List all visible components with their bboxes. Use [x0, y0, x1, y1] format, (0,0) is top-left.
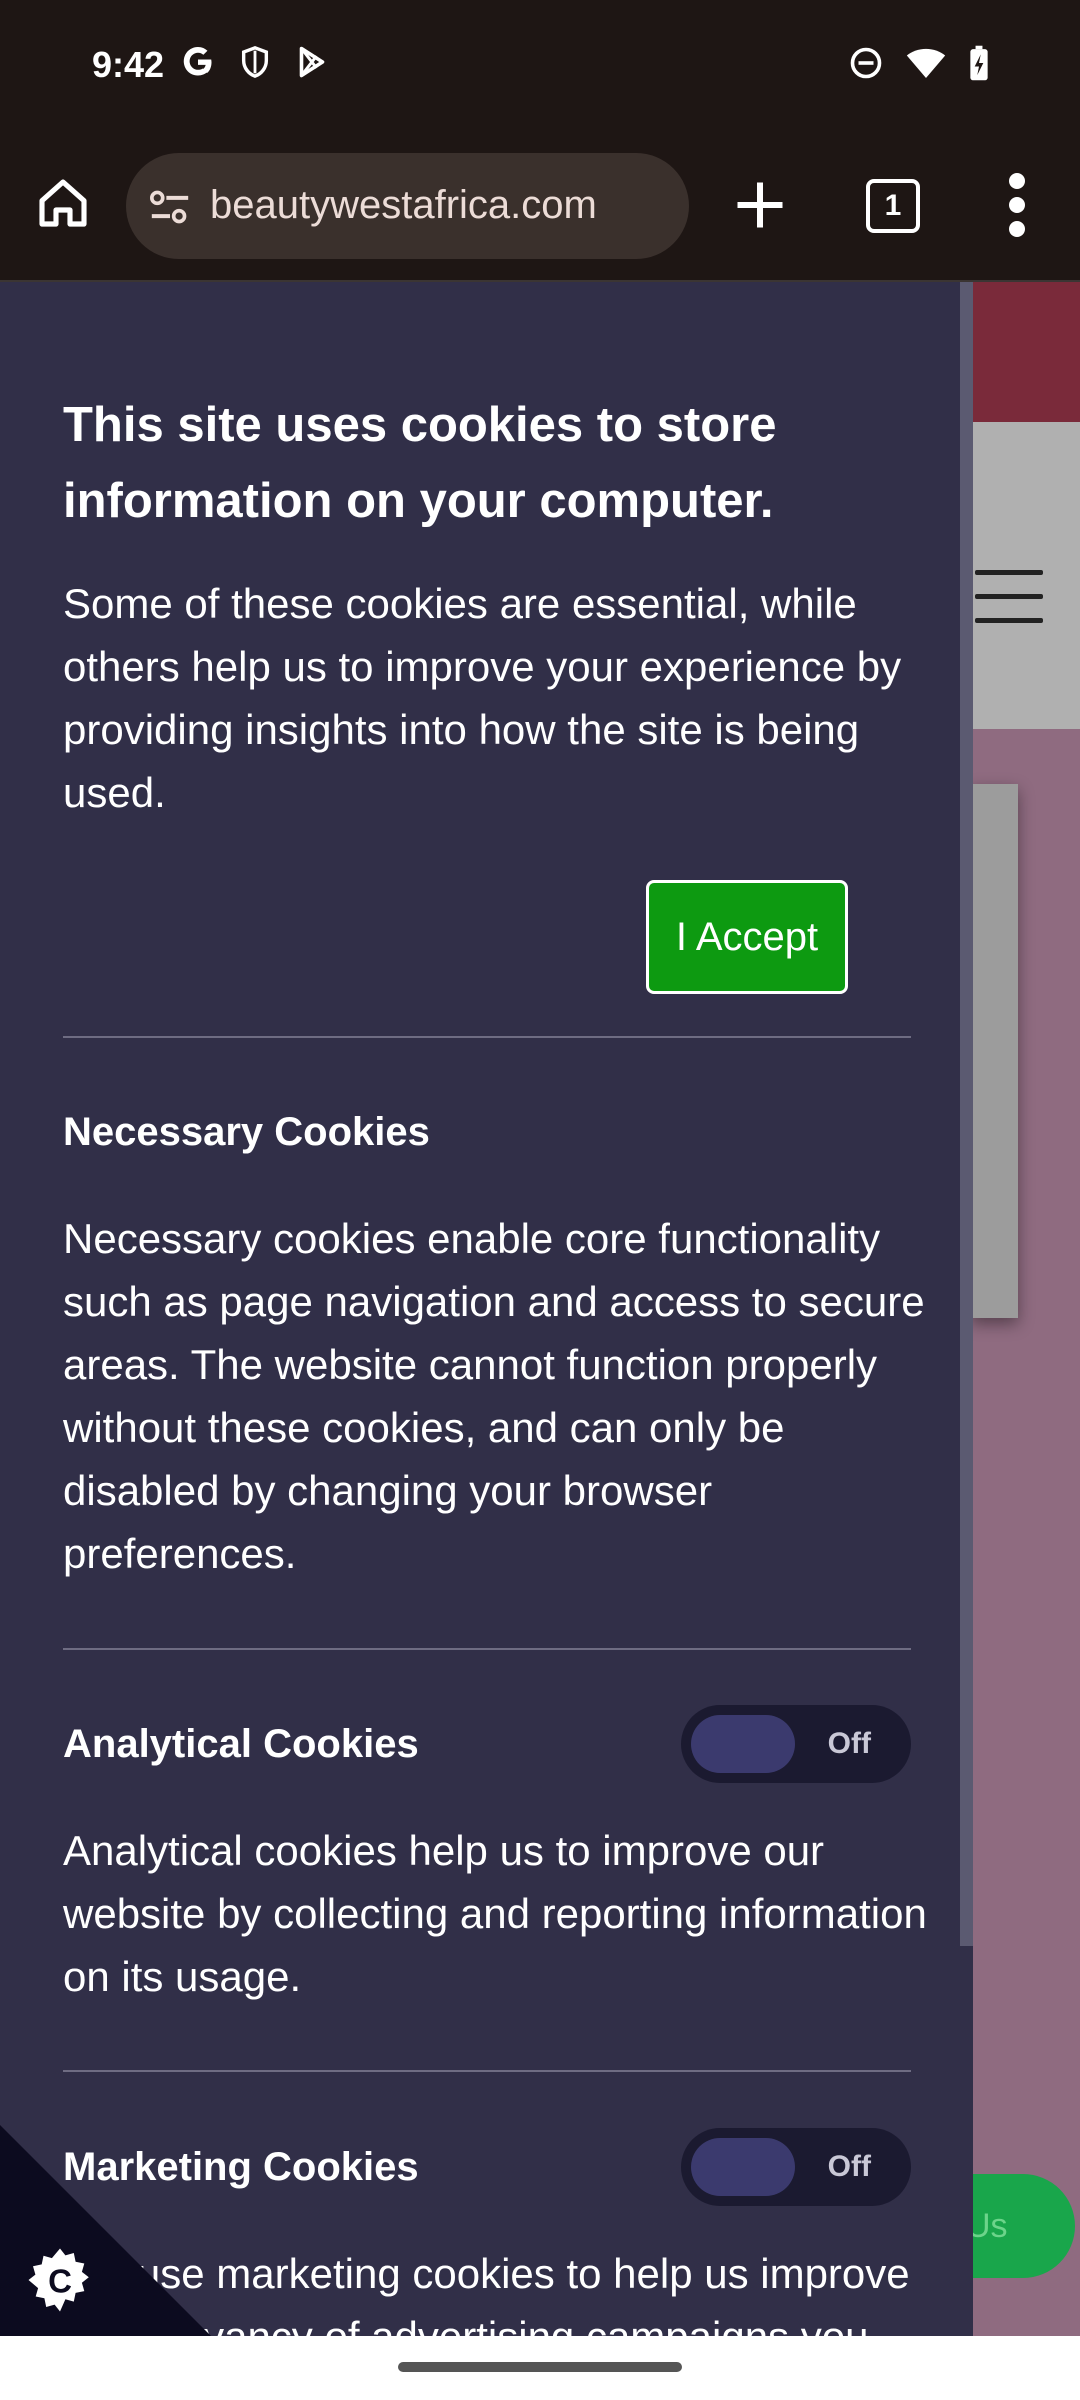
play-store-icon [299, 46, 325, 78]
site-settings-icon[interactable] [148, 187, 192, 227]
analytical-cookies-text: Analytical cookies help us to improve ou… [63, 1827, 927, 2000]
status-icons-left [180, 44, 330, 80]
toggle-knob [691, 2138, 795, 2196]
analytical-cookies-title: Analytical Cookies [63, 1722, 419, 1766]
battery-charging-icon [970, 45, 988, 81]
address-bar[interactable]: beautywestafrica.com [126, 153, 689, 259]
more-options-icon[interactable] [1005, 173, 1029, 237]
browser-toolbar: beautywestafrica.com 1 [0, 135, 1080, 282]
marketing-cookies-toggle[interactable]: Off [681, 2128, 911, 2206]
toggle-label: Off [827, 1727, 871, 1760]
cookie-panel-title: This site uses cookies to store informat… [63, 398, 777, 528]
url-text: beautywestafrica.com [210, 183, 597, 227]
divider [63, 1648, 911, 1650]
website-card [970, 784, 1018, 1318]
google-icon [183, 47, 212, 76]
divider [63, 1036, 911, 1038]
new-tab-icon[interactable] [730, 175, 790, 235]
toggle-label: Off [827, 2150, 871, 2183]
gesture-handle[interactable] [398, 2362, 682, 2372]
wifi-icon [906, 48, 946, 78]
cookie-settings-icon[interactable]: C [24, 2244, 96, 2316]
necessary-cookies-title: Necessary Cookies [63, 1110, 430, 1154]
status-time: 9:42 [92, 44, 165, 85]
do-not-disturb-icon [850, 47, 882, 79]
necessary-cookies-text: Necessary cookies enable core functional… [63, 1215, 925, 1577]
home-icon[interactable] [35, 175, 91, 231]
divider [63, 2070, 911, 2072]
system-navigation-bar [0, 2336, 1080, 2400]
website-top-banner [970, 282, 1080, 422]
hamburger-menu-icon[interactable] [975, 570, 1043, 623]
cookie-consent-panel: This site uses cookies to store informat… [0, 282, 973, 2336]
analytical-cookies-toggle[interactable]: Off [681, 1705, 911, 1783]
cookie-panel-intro: Some of these cookies are essential, whi… [63, 580, 902, 816]
toggle-knob [691, 1715, 795, 1773]
status-bar: 9:42 [0, 0, 1080, 135]
shield-icon [241, 46, 269, 78]
status-icons-right [848, 44, 990, 82]
accept-button[interactable]: I Accept [646, 880, 848, 994]
tab-switcher-button[interactable]: 1 [866, 179, 920, 233]
svg-text:C: C [48, 2263, 72, 2300]
panel-scrollbar[interactable] [960, 282, 973, 1946]
